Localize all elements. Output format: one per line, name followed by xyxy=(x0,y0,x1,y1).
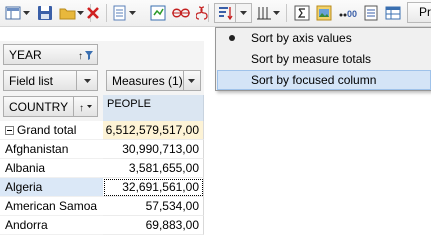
document-icon[interactable] xyxy=(362,3,380,23)
export-icon[interactable] xyxy=(110,3,130,23)
measure-column-header[interactable]: PEOPLE xyxy=(103,95,204,121)
toolbar: 00 Pr xyxy=(0,0,431,27)
cell-value[interactable]: 57,534,00 xyxy=(103,197,204,216)
grand-total-label: Grand total xyxy=(17,123,77,137)
chevron-down-icon xyxy=(76,71,97,90)
menu-item-sort-measure-totals[interactable]: Sort by measure totals xyxy=(217,49,431,69)
open-folder-icon[interactable] xyxy=(58,3,78,23)
row-label-selected[interactable]: Algeria xyxy=(0,178,103,197)
chevron-down-icon[interactable] xyxy=(272,3,280,23)
measures-label: Measures (1) xyxy=(112,73,183,88)
refresh-icon[interactable] xyxy=(148,3,168,23)
country-field-label: COUNTRY xyxy=(9,99,69,114)
infinity-icon[interactable] xyxy=(170,3,192,23)
svg-text:↑: ↑ xyxy=(79,103,84,113)
grid-columns-icon[interactable] xyxy=(254,3,274,23)
year-field-label: YEAR xyxy=(9,47,42,62)
radio-bullet-icon xyxy=(229,35,235,41)
cell-value[interactable]: 69,883,00 xyxy=(103,216,204,235)
chevron-down-icon xyxy=(182,71,200,90)
toolbar-partial-button[interactable]: Pr xyxy=(407,2,431,23)
chevron-down-icon[interactable] xyxy=(128,3,136,23)
format-icon[interactable]: 00 xyxy=(336,3,358,23)
menu-item-label: Sort by axis values xyxy=(251,31,352,45)
collapse-icon[interactable] xyxy=(5,126,14,135)
filter-sort-icon[interactable]: ↑ xyxy=(75,45,97,64)
sort-dropdown-icon[interactable] xyxy=(214,3,236,23)
sort-ascending-icon[interactable]: ↑ xyxy=(73,97,97,116)
sort-menu: Sort by axis values Sort by measure tota… xyxy=(215,27,431,91)
menu-item-label: Sort by focused column xyxy=(251,73,377,87)
table-icon[interactable] xyxy=(384,3,402,23)
delete-icon[interactable] xyxy=(83,3,103,23)
row-label[interactable]: Afghanistan xyxy=(0,140,103,159)
toolbar-separator xyxy=(208,4,209,22)
save-icon[interactable] xyxy=(35,3,55,23)
row-label[interactable]: American Samoa xyxy=(0,197,103,216)
chevron-down-icon[interactable] xyxy=(236,3,252,23)
cell-value[interactable]: 30,990,713,00 xyxy=(103,140,204,159)
cell-value-focused[interactable]: 32,691,561,00 xyxy=(103,178,204,197)
field-list-label: Field list xyxy=(9,73,54,88)
row-label[interactable]: Andorra xyxy=(0,216,103,235)
row-label[interactable]: Albania xyxy=(0,159,103,178)
chart-layout-icon[interactable] xyxy=(3,3,23,23)
menu-item-label: Sort by measure totals xyxy=(251,52,372,66)
menu-item-sort-axis-values[interactable]: Sort by axis values xyxy=(217,28,431,48)
image-icon[interactable] xyxy=(314,3,334,23)
toolbar-separator xyxy=(106,4,107,22)
cell-grand-total[interactable]: 6,512,579,517,00 xyxy=(103,121,204,140)
country-field-button[interactable]: COUNTRY ↑ xyxy=(3,96,98,117)
svg-text:00: 00 xyxy=(347,9,357,19)
field-list-dropdown[interactable]: Field list xyxy=(3,70,98,91)
chevron-down-icon[interactable] xyxy=(22,3,30,23)
cell-value[interactable]: 3,581,655,00 xyxy=(103,159,204,178)
sum-icon[interactable] xyxy=(292,3,312,23)
row-label-grand-total[interactable]: Grand total xyxy=(0,121,103,140)
measures-dropdown[interactable]: Measures (1) xyxy=(106,70,201,91)
toolbar-separator xyxy=(286,4,287,22)
svg-text:↑: ↑ xyxy=(78,51,83,61)
menu-item-sort-focused-column[interactable]: Sort by focused column xyxy=(217,70,431,90)
year-field-button[interactable]: YEAR ↑ xyxy=(3,44,98,65)
